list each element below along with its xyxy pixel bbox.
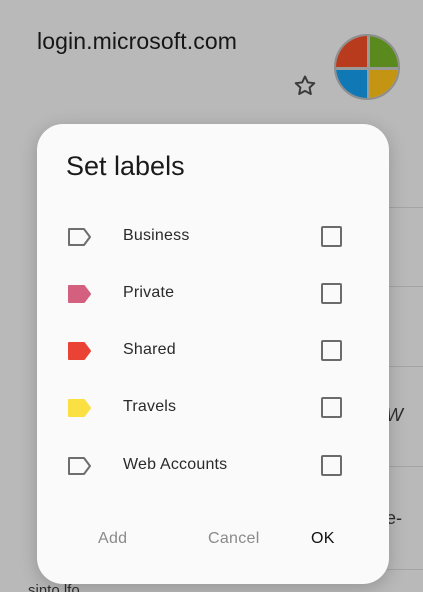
label-name: Travels	[123, 398, 177, 415]
dialog-title: Set labels	[66, 151, 185, 181]
label-row-business[interactable]: Business	[37, 213, 389, 261]
divider	[387, 569, 423, 570]
microsoft-logo-avatar[interactable]	[334, 34, 400, 100]
label-row-private[interactable]: Private	[37, 270, 389, 318]
label-row-shared[interactable]: Shared	[37, 327, 389, 375]
label-tag-icon	[67, 455, 93, 477]
add-button[interactable]: Add	[98, 530, 127, 548]
label-tag-icon	[67, 226, 93, 248]
label-tag-icon	[67, 283, 93, 305]
divider	[387, 207, 423, 208]
label-checkbox[interactable]	[321, 283, 342, 304]
ok-button[interactable]: OK	[311, 530, 335, 548]
divider	[387, 366, 423, 367]
cancel-button[interactable]: Cancel	[208, 530, 260, 548]
divider	[387, 466, 423, 467]
label-checkbox[interactable]	[321, 340, 342, 361]
page-title: login.microsoft.com	[37, 28, 238, 54]
label-checkbox[interactable]	[321, 226, 342, 247]
label-row-travels[interactable]: Travels	[37, 384, 389, 432]
label-name: Business	[123, 227, 190, 244]
label-name: Private	[123, 284, 175, 301]
label-checkbox[interactable]	[321, 455, 342, 476]
star-icon[interactable]	[292, 73, 318, 99]
label-checkbox[interactable]	[321, 397, 342, 418]
label-tag-icon	[67, 340, 93, 362]
label-row-web-accounts[interactable]: Web Accounts	[37, 442, 389, 490]
set-labels-dialog: Set labels Business Private Shared Trave…	[37, 124, 389, 584]
divider	[387, 286, 423, 287]
label-name: Shared	[123, 341, 176, 358]
label-name: Web Accounts	[123, 456, 228, 473]
label-tag-icon	[67, 397, 93, 419]
